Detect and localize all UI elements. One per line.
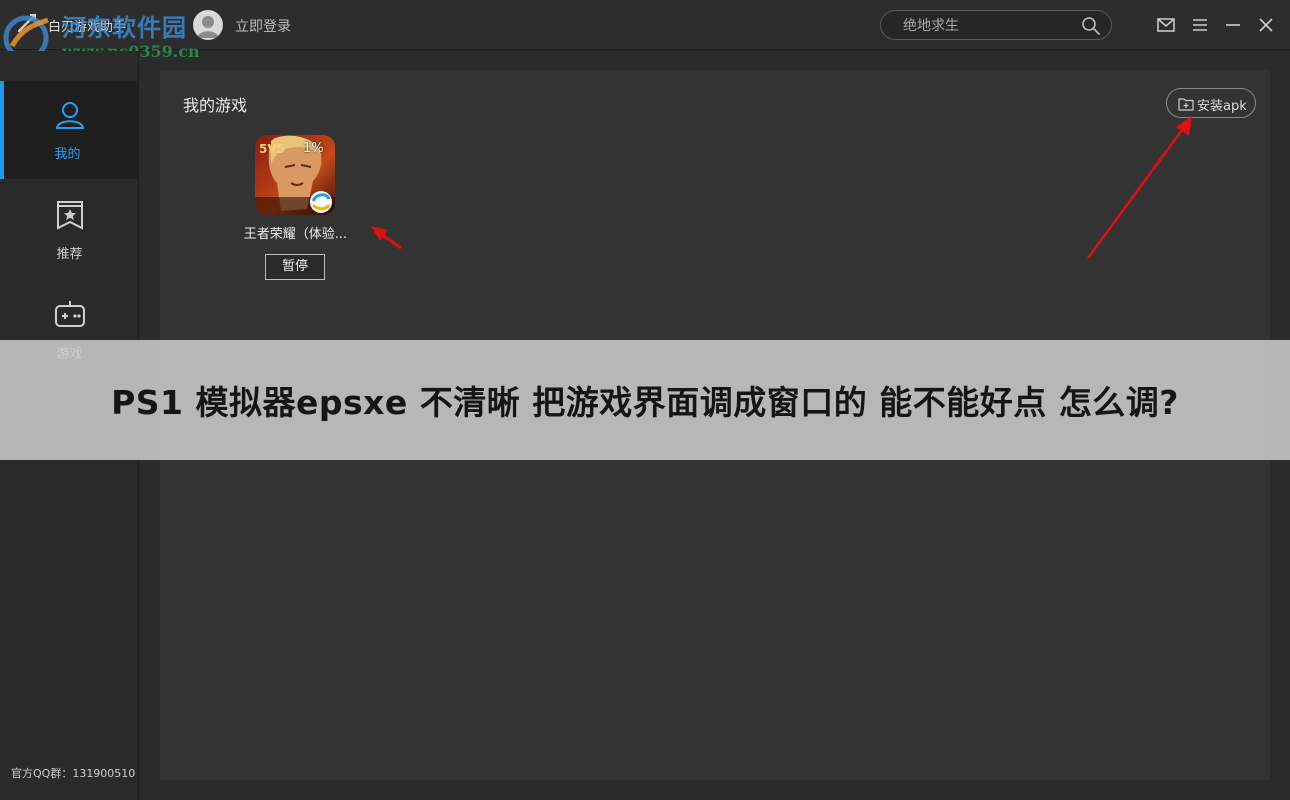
login-link[interactable]: 立即登录 <box>235 16 291 36</box>
search-icon[interactable] <box>1081 16 1101 36</box>
qq-group-text: 官方QQ群：131900510 <box>11 767 136 780</box>
game-progress-text: 1% <box>303 141 324 156</box>
avatar[interactable] <box>193 10 223 40</box>
install-apk-label: 安装apk <box>1197 99 1247 114</box>
sidebar-item-label: 推荐 <box>56 247 83 262</box>
watermark-brand: 河东软件园 <box>62 13 187 42</box>
title-bar: 白刃游戏助手 河东软件园 www.pc0359.cn 立即登录 <box>0 0 1290 61</box>
avatar-user-icon <box>197 16 219 38</box>
user-icon <box>55 102 85 129</box>
minimize-icon[interactable] <box>1223 15 1243 35</box>
sidebar-item-mine[interactable]: 我的 <box>0 81 139 179</box>
sidebar-item-label: 我的 <box>54 147 81 162</box>
star-bookmark-icon <box>57 201 83 230</box>
search-input[interactable] <box>903 16 1073 36</box>
game-card: 5V5 1% 王者荣耀（体验... 暂停 <box>238 134 353 284</box>
mail-icon[interactable] <box>1156 15 1176 35</box>
page-title: 我的游戏 <box>183 96 248 115</box>
game-name: 王者荣耀（体验... <box>243 227 348 242</box>
caption-text: PS1 模拟器epsxe 不清晰 把游戏界面调成窗口的 能不能好点 怎么调? <box>111 383 1179 422</box>
caption-banner: PS1 模拟器epsxe 不清晰 把游戏界面调成窗口的 能不能好点 怎么调? <box>0 340 1290 460</box>
gamepad-icon <box>55 301 85 327</box>
close-icon[interactable] <box>1256 15 1276 35</box>
install-apk-button[interactable]: 安装apk <box>1166 88 1256 118</box>
game-icon[interactable]: 5V5 1% <box>255 135 335 215</box>
menu-icon[interactable] <box>1190 15 1210 35</box>
folder-plus-icon <box>1178 98 1194 111</box>
sidebar-item-recommend[interactable]: 推荐 <box>0 181 139 279</box>
svg-text:5V5: 5V5 <box>259 142 285 156</box>
search-box <box>880 10 1112 40</box>
pause-button[interactable]: 暂停 <box>265 254 325 280</box>
